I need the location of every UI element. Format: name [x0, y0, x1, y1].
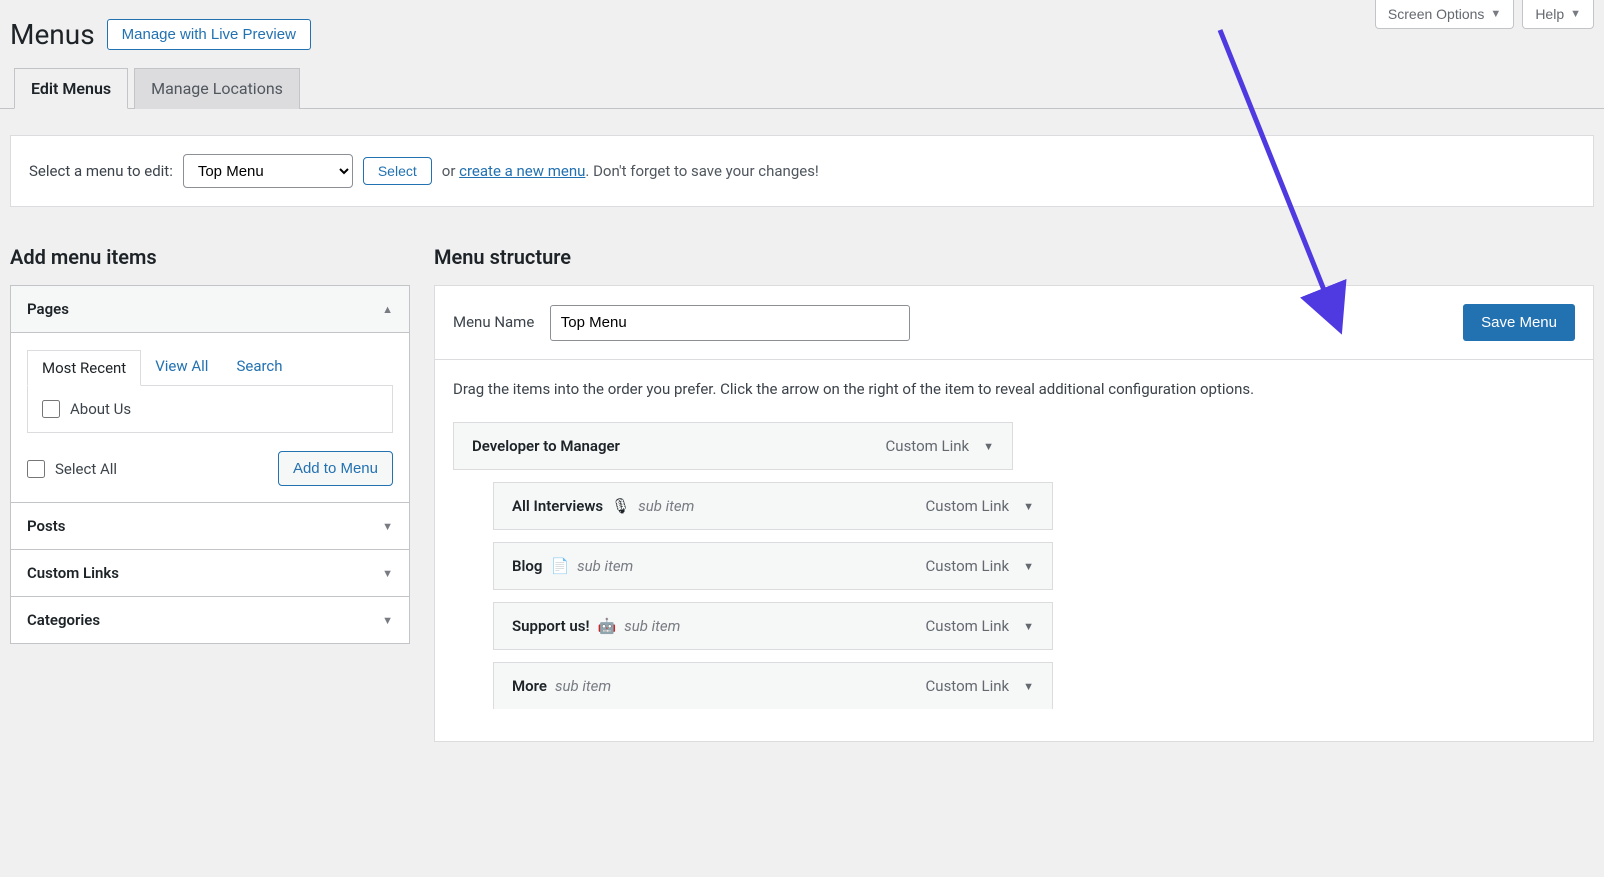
chevron-down-icon[interactable]: ▼: [1023, 620, 1034, 633]
menu-item-support[interactable]: Support us! 🤖 sub item Custom Link ▼: [453, 602, 1575, 650]
menu-item-type: Custom Link: [926, 677, 1010, 695]
page-item-about-us[interactable]: About Us: [42, 400, 378, 418]
menu-item-type: Custom Link: [926, 557, 1010, 575]
create-new-menu-link[interactable]: create a new menu: [459, 162, 585, 180]
help-label: Help: [1535, 6, 1564, 22]
accordion-categories-header[interactable]: Categories ▼: [11, 596, 409, 643]
save-menu-button[interactable]: Save Menu: [1463, 304, 1575, 341]
add-items-accordion: Pages ▲ Most Recent View All Search Abou…: [10, 285, 410, 644]
chevron-up-icon: ▲: [382, 303, 393, 316]
add-to-menu-button[interactable]: Add to Menu: [278, 451, 393, 486]
chevron-down-icon[interactable]: ▼: [983, 440, 994, 453]
screen-options-button[interactable]: Screen Options ▼: [1375, 0, 1514, 29]
menu-item-type: Custom Link: [926, 497, 1010, 515]
menu-select[interactable]: Top Menu: [183, 154, 353, 188]
tab-manage-locations[interactable]: Manage Locations: [134, 68, 300, 109]
screen-options-label: Screen Options: [1388, 6, 1485, 22]
menu-item-all-interviews[interactable]: All Interviews 🎙 sub item Custom Link ▼: [453, 482, 1575, 530]
page-checkbox-about-us[interactable]: [42, 400, 60, 418]
chevron-down-icon: ▼: [382, 614, 393, 627]
menu-item-type: Custom Link: [886, 437, 970, 455]
chevron-down-icon[interactable]: ▼: [1023, 500, 1034, 513]
accordion-pages-body: Most Recent View All Search About Us Sel…: [11, 333, 409, 502]
menu-item-type: Custom Link: [926, 617, 1010, 635]
accordion-posts-header[interactable]: Posts ▼: [11, 502, 409, 549]
select-button[interactable]: Select: [363, 157, 432, 185]
menu-name-label: Menu Name: [453, 313, 534, 331]
chevron-down-icon[interactable]: ▼: [1023, 680, 1034, 693]
chevron-down-icon: ▼: [382, 567, 393, 580]
chevron-down-icon[interactable]: ▼: [1023, 560, 1034, 573]
structure-description: Drag the items into the order you prefer…: [435, 360, 1593, 408]
select-menu-row: Select a menu to edit: Top Menu Select o…: [10, 135, 1594, 207]
add-menu-items-title: Add menu items: [10, 245, 410, 269]
accordion-custom-links-header[interactable]: Custom Links ▼: [11, 549, 409, 596]
select-all-row[interactable]: Select All: [27, 460, 117, 478]
select-menu-label: Select a menu to edit:: [29, 162, 173, 180]
menu-structure-panel: Menu Name Save Menu Drag the items into …: [434, 285, 1594, 742]
live-preview-button[interactable]: Manage with Live Preview: [107, 19, 311, 50]
select-all-checkbox[interactable]: [27, 460, 45, 478]
help-button[interactable]: Help ▼: [1522, 0, 1594, 29]
menu-name-input[interactable]: [550, 305, 910, 341]
menu-item-root[interactable]: Developer to Manager Custom Link ▼: [453, 422, 1575, 470]
menu-item-blog[interactable]: Blog 📄 sub item Custom Link ▼: [453, 542, 1575, 590]
accordion-pages-header[interactable]: Pages ▲: [11, 286, 409, 333]
tab-edit-menus[interactable]: Edit Menus: [14, 68, 128, 109]
chevron-down-icon: ▼: [382, 520, 393, 533]
menu-structure-title: Menu structure: [434, 245, 1594, 269]
page-icon: 📄: [550, 557, 569, 575]
subtab-view-all[interactable]: View All: [141, 349, 222, 385]
chevron-down-icon: ▼: [1490, 8, 1501, 20]
select-or-text: or create a new menu. Don't forget to sa…: [442, 162, 819, 180]
robot-icon: 🤖: [598, 617, 617, 635]
subtab-most-recent[interactable]: Most Recent: [27, 350, 141, 386]
page-title: Menus: [10, 18, 95, 51]
mic-icon: 🎙: [611, 497, 630, 515]
menu-item-more[interactable]: More sub item Custom Link ▼: [453, 662, 1575, 709]
chevron-down-icon: ▼: [1570, 8, 1581, 20]
subtab-search[interactable]: Search: [222, 349, 296, 385]
